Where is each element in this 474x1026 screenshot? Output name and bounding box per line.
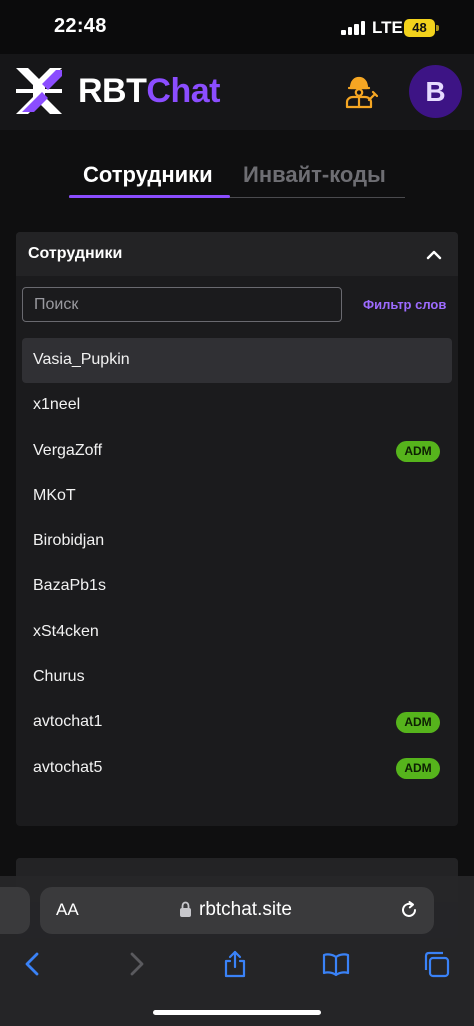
user-name: VergaZoff	[33, 441, 103, 459]
user-name: Churus	[33, 668, 85, 686]
user-name: BazaPb1s	[33, 577, 106, 595]
search-input[interactable]	[22, 287, 342, 322]
user-name: MKoT	[33, 486, 76, 504]
tab-active-indicator	[69, 195, 230, 198]
user-row[interactable]: avtochat1 ADM	[22, 700, 452, 745]
tab-staff[interactable]: Сотрудники	[83, 162, 213, 188]
user-row[interactable]: avtochat5 ADM	[22, 746, 452, 791]
admin-badge: ADM	[396, 440, 440, 462]
logo-text-chat: Chat	[146, 72, 220, 110]
tab-invite-codes[interactable]: Инвайт-коды	[243, 162, 386, 188]
tabs-icon[interactable]	[422, 949, 452, 979]
signal-icon	[341, 21, 367, 35]
user-row[interactable]: VergaZoff ADM	[22, 429, 452, 474]
user-list: Vasia_Pupkin x1neel VergaZoff ADM MKoT B…	[22, 338, 452, 791]
lock-icon	[180, 901, 191, 917]
admin-badge: ADM	[396, 712, 440, 734]
address-bar[interactable]: AA rbtchat.site	[40, 887, 434, 934]
reload-icon[interactable]	[399, 900, 419, 920]
status-bar: 22:48 LTE 48	[0, 0, 474, 54]
avatar[interactable]: B	[409, 65, 462, 118]
user-row[interactable]: x1neel	[22, 383, 452, 428]
chevron-up-icon[interactable]	[425, 246, 443, 264]
user-row[interactable]: Birobidjan	[22, 519, 452, 564]
staff-panel-header[interactable]: Сотрудники	[16, 232, 458, 276]
logo-text[interactable]: RBTChat	[78, 72, 220, 111]
user-row[interactable]: Vasia_Pupkin	[22, 338, 452, 384]
user-row[interactable]: Churus	[22, 655, 452, 700]
staff-panel: Сотрудники Фильтр слов Vasia_Pupkin x1ne…	[16, 232, 458, 826]
share-icon[interactable]	[220, 949, 250, 979]
logo-text-rbt: RBT	[78, 72, 147, 110]
bookmarks-icon[interactable]	[321, 949, 351, 979]
admin-badge: ADM	[396, 757, 440, 779]
user-row[interactable]: xSt4cken	[22, 610, 452, 655]
word-filter-link[interactable]: Фильтр слов	[363, 297, 446, 312]
back-icon[interactable]	[18, 949, 48, 979]
battery-icon: 48	[404, 19, 435, 37]
network-label: LTE	[372, 18, 403, 37]
home-indicator	[153, 1010, 321, 1015]
user-name: x1neel	[33, 396, 81, 414]
forward-icon[interactable]	[121, 949, 151, 979]
url-text: rbtchat.site	[199, 899, 292, 920]
app-header: RBTChat B	[0, 54, 474, 130]
user-name: Birobidjan	[33, 532, 105, 550]
previous-tab-peek[interactable]	[0, 887, 30, 934]
logo-icon[interactable]	[12, 64, 66, 118]
battery-tip	[436, 25, 439, 31]
user-row[interactable]: MKoT	[22, 474, 452, 519]
worker-icon[interactable]	[342, 74, 378, 110]
user-name: avtochat1	[33, 713, 103, 731]
user-name: avtochat5	[33, 758, 103, 776]
tab-bar: Сотрудники Инвайт-коды	[69, 160, 405, 198]
reader-settings-button[interactable]: AA	[56, 900, 79, 920]
user-row[interactable]: BazaPb1s	[22, 564, 452, 609]
status-time: 22:48	[54, 15, 107, 37]
browser-toolbar: AA rbtchat.site	[0, 876, 474, 1026]
user-name: Vasia_Pupkin	[33, 351, 130, 368]
user-name: xSt4cken	[33, 622, 99, 640]
panel-title: Сотрудники	[28, 245, 123, 262]
